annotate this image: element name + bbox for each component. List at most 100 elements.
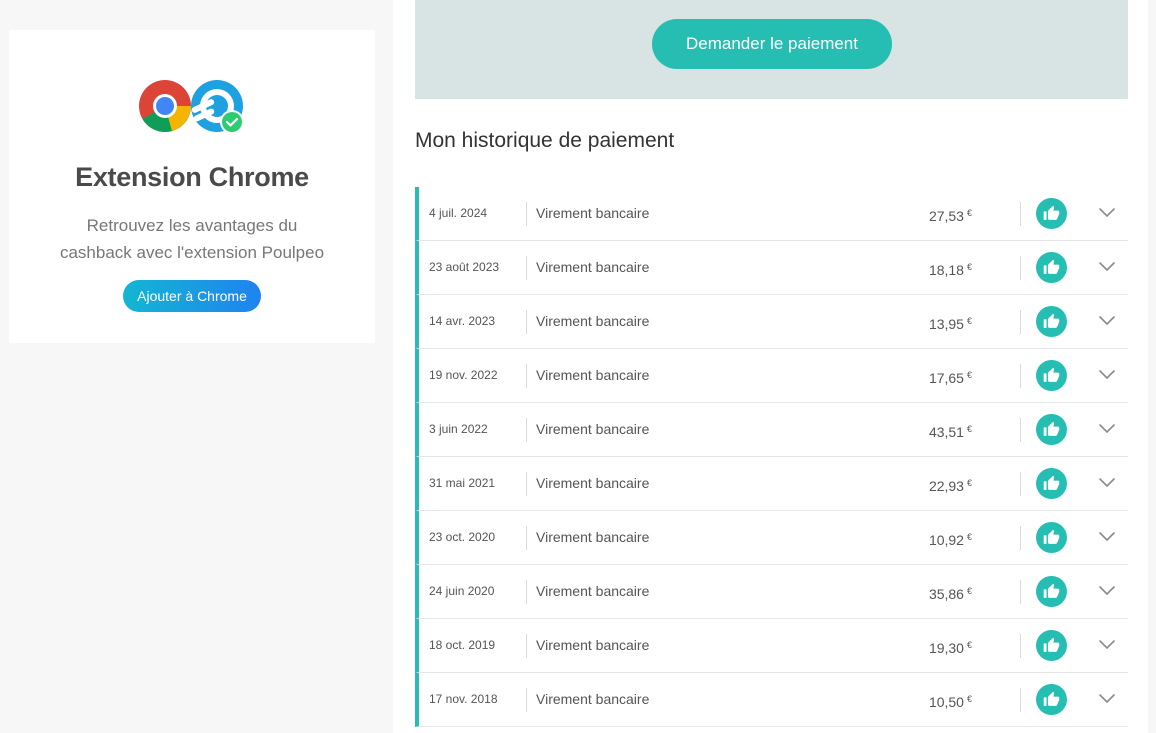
payment-row[interactable]: 4 juil. 2024 Virement bancaire 27,53 € — [415, 187, 1128, 241]
extension-description-line2: cashback avec l'extension Poulpeo — [59, 243, 325, 262]
payment-date: 14 avr. 2023 — [429, 314, 496, 328]
payment-date: 23 oct. 2020 — [429, 530, 496, 544]
column-divider — [526, 688, 527, 712]
column-divider — [526, 310, 527, 334]
payment-amount-value: 13,95 — [928, 316, 964, 332]
payment-amount: 43,51 € — [929, 403, 972, 459]
column-divider — [1020, 256, 1021, 280]
payment-row[interactable]: 19 nov. 2022 Virement bancaire 17,65 € — [415, 349, 1128, 403]
payment-amount-value: 27,53 — [928, 208, 964, 224]
column-divider — [1020, 526, 1021, 550]
extension-logos — [139, 80, 244, 134]
payment-row[interactable]: 18 oct. 2019 Virement bancaire 19,30 € — [415, 619, 1128, 673]
thumbs-up-icon — [1036, 630, 1067, 661]
payment-amount: 22,93 € — [929, 457, 972, 513]
thumbs-up-icon — [1036, 414, 1067, 445]
payment-amount-value: 10,50 — [928, 694, 964, 710]
payment-method: Virement bancaire — [536, 637, 650, 653]
payment-amount: 18,18 € — [929, 241, 972, 297]
currency-symbol: € — [966, 316, 972, 326]
payment-row[interactable]: 31 mai 2021 Virement bancaire 22,93 € — [415, 457, 1128, 511]
extension-description-line1: Retrouvez les avantages du — [86, 216, 298, 235]
chevron-down-icon[interactable] — [1098, 584, 1116, 596]
payment-method: Virement bancaire — [536, 259, 650, 275]
payment-row[interactable]: 24 juin 2020 Virement bancaire 35,86 € — [415, 565, 1128, 619]
check-badge-icon — [220, 110, 244, 134]
chevron-down-icon[interactable] — [1098, 692, 1116, 704]
currency-symbol: € — [966, 586, 972, 596]
column-divider — [526, 526, 527, 550]
payment-method: Virement bancaire — [536, 313, 650, 329]
add-to-chrome-button[interactable]: Ajouter à Chrome — [123, 280, 261, 312]
payment-amount-value: 10,92 — [928, 532, 964, 548]
column-divider — [526, 472, 527, 496]
payment-row[interactable]: 23 août 2023 Virement bancaire 18,18 € — [415, 241, 1128, 295]
column-divider — [1020, 688, 1021, 712]
payment-row[interactable]: 17 nov. 2018 Virement bancaire 10,50 € — [415, 673, 1128, 727]
payment-method: Virement bancaire — [536, 475, 650, 491]
payment-amount-value: 19,30 — [928, 640, 964, 656]
chevron-down-icon[interactable] — [1098, 314, 1116, 326]
payment-method: Virement bancaire — [536, 421, 650, 437]
currency-symbol: € — [966, 532, 972, 542]
column-divider — [1020, 202, 1021, 226]
payment-date: 23 août 2023 — [429, 260, 500, 274]
payment-row[interactable]: 3 juin 2022 Virement bancaire 43,51 € — [415, 403, 1128, 457]
payment-date: 17 nov. 2018 — [429, 692, 498, 706]
payment-amount: 27,53 € — [929, 187, 972, 243]
chevron-down-icon[interactable] — [1098, 206, 1116, 218]
payment-date: 19 nov. 2022 — [429, 368, 498, 382]
payment-history-title: Mon historique de paiement — [415, 129, 675, 152]
column-divider — [1020, 580, 1021, 604]
payment-amount-value: 17,65 — [928, 370, 964, 386]
payment-amount: 17,65 € — [929, 349, 972, 405]
payment-amount: 10,92 € — [929, 511, 972, 567]
request-payment-button[interactable]: Demander le paiement — [652, 19, 892, 69]
currency-symbol: € — [966, 370, 972, 380]
currency-symbol: € — [966, 208, 972, 218]
column-divider — [1020, 472, 1021, 496]
payment-row[interactable]: 23 oct. 2020 Virement bancaire 10,92 € — [415, 511, 1128, 565]
thumbs-up-icon — [1036, 198, 1067, 229]
payment-date: 31 mai 2021 — [429, 476, 496, 490]
chevron-down-icon[interactable] — [1098, 260, 1116, 272]
chevron-down-icon[interactable] — [1098, 368, 1116, 380]
currency-symbol: € — [966, 640, 972, 650]
main-column: Demander le paiement Mon historique de p… — [393, 0, 1148, 733]
chevron-down-icon[interactable] — [1098, 422, 1116, 434]
thumbs-up-icon — [1036, 306, 1067, 337]
column-divider — [1020, 634, 1021, 658]
payment-method: Virement bancaire — [536, 367, 650, 383]
thumbs-up-icon — [1036, 252, 1067, 283]
column-divider — [1020, 364, 1021, 388]
chevron-down-icon[interactable] — [1098, 530, 1116, 542]
extension-description: Retrouvez les avantages du cashback avec… — [9, 212, 375, 266]
payment-row[interactable]: 14 avr. 2023 Virement bancaire 13,95 € — [415, 295, 1128, 349]
payment-method: Virement bancaire — [536, 205, 650, 221]
payment-date: 24 juin 2020 — [429, 584, 495, 598]
payment-amount-value: 35,86 — [928, 586, 964, 602]
chevron-down-icon[interactable] — [1098, 638, 1116, 650]
payment-amount: 10,50 € — [929, 673, 972, 729]
payment-history-list: 4 juil. 2024 Virement bancaire 27,53 € 23… — [415, 187, 1128, 727]
thumbs-up-icon — [1036, 684, 1067, 715]
payment-amount-value: 43,51 — [928, 424, 964, 440]
payment-amount-value: 18,18 — [928, 262, 964, 278]
payment-amount-value: 22,93 — [928, 478, 964, 494]
column-divider — [526, 202, 527, 226]
currency-symbol: € — [966, 424, 972, 434]
chrome-logo-icon — [139, 80, 191, 132]
payment-method: Virement bancaire — [536, 529, 650, 545]
thumbs-up-icon — [1036, 468, 1067, 499]
column-divider — [526, 580, 527, 604]
payment-amount: 35,86 € — [929, 565, 972, 621]
thumbs-up-icon — [1036, 360, 1067, 391]
currency-symbol: € — [966, 478, 972, 488]
payment-amount: 13,95 € — [929, 295, 972, 351]
payment-request-banner: Demander le paiement — [415, 0, 1128, 99]
extension-card: Extension Chrome Retrouvez les avantages… — [9, 30, 375, 343]
chevron-down-icon[interactable] — [1098, 476, 1116, 488]
thumbs-up-icon — [1036, 576, 1067, 607]
payment-date: 3 juin 2022 — [429, 422, 488, 436]
column-divider — [526, 418, 527, 442]
